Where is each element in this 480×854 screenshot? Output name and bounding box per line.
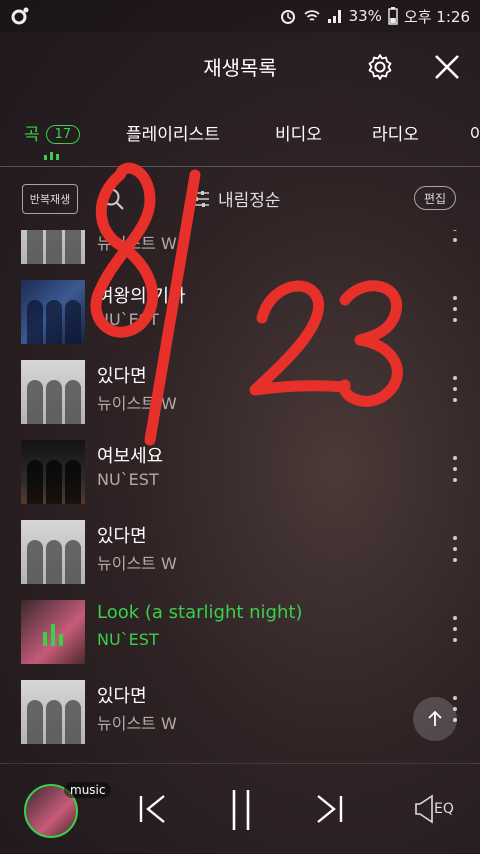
- sort-icon: [191, 190, 209, 207]
- list-item[interactable]: 뉴이스트 W: [0, 230, 480, 270]
- song-artist: NU`EST: [97, 310, 159, 329]
- sort-label: 내림정순: [218, 191, 281, 211]
- more-options-icon[interactable]: [450, 456, 460, 482]
- close-button[interactable]: [432, 52, 462, 82]
- song-artist: 뉴이스트 W: [97, 394, 177, 413]
- sort-button[interactable]: 내림정순: [190, 186, 281, 211]
- pause-button[interactable]: [221, 786, 261, 832]
- alarm-icon: [280, 10, 295, 24]
- signal-icon: [327, 10, 341, 23]
- song-artist: 뉴이스트 W: [97, 554, 177, 573]
- player-bar: music EQ: [0, 763, 480, 854]
- close-icon: [435, 55, 459, 79]
- song-title: 있다면: [97, 686, 147, 707]
- previous-button[interactable]: [132, 786, 172, 832]
- tab-videos[interactable]: 비디오: [275, 120, 322, 145]
- list-item[interactable]: 여보세요 NU`EST: [0, 430, 480, 510]
- arrow-up-icon: [428, 710, 442, 726]
- song-title: 여보세요: [97, 446, 164, 467]
- status-bar: 33% 오후 1:26: [0, 0, 480, 32]
- wifi-icon: [303, 10, 320, 21]
- tab-songs-label: 곡: [24, 125, 40, 145]
- pause-icon: [232, 790, 250, 830]
- app-bar: 재생목록: [0, 32, 480, 102]
- album-art: [21, 280, 85, 344]
- album-art: [21, 230, 85, 264]
- album-art: [21, 600, 85, 664]
- song-count-badge: 17: [45, 125, 81, 144]
- gear-icon: [368, 54, 392, 80]
- list-item[interactable]: 있다면 뉴이스트 W: [0, 510, 480, 590]
- song-artist: 뉴이스트 W: [97, 714, 177, 733]
- album-art: [21, 520, 85, 584]
- song-title: 있다면: [97, 526, 147, 547]
- song-artist: NU`EST: [97, 630, 159, 649]
- tab-songs[interactable]: 곡 17: [24, 120, 81, 145]
- album-art: [21, 440, 85, 504]
- song-title: 있다면: [97, 366, 147, 387]
- next-button[interactable]: [310, 786, 350, 832]
- settings-button[interactable]: [365, 52, 395, 82]
- search-icon: [102, 188, 124, 210]
- page-title: 재생목록: [203, 56, 277, 80]
- scroll-to-top-button[interactable]: [413, 697, 457, 741]
- list-item-now-playing[interactable]: Look (a starlight night) NU`EST: [0, 590, 480, 670]
- album-art: [21, 360, 85, 424]
- more-options-icon[interactable]: [450, 376, 460, 402]
- more-options-icon[interactable]: [450, 296, 460, 322]
- search-button[interactable]: [100, 186, 126, 212]
- song-artist: 뉴이스트 W: [97, 234, 177, 253]
- equalizer-button[interactable]: EQ: [414, 794, 454, 824]
- next-icon: [317, 795, 343, 823]
- more-options-icon[interactable]: [450, 616, 460, 642]
- song-title: Look (a starlight night): [97, 602, 303, 623]
- app-notification-icon: [11, 7, 29, 25]
- list-item[interactable]: 여왕의 기사 NU`EST: [0, 270, 480, 350]
- equalizer-icon: [43, 624, 63, 646]
- album-art: [21, 680, 85, 744]
- source-badge: music: [64, 782, 112, 798]
- tab-bar: 곡 17 플레이리스트 비디오 라디오 아: [0, 102, 480, 167]
- clock: 오후 1:26: [403, 7, 470, 26]
- repeat-button[interactable]: 반복재생: [22, 184, 78, 214]
- song-artist: NU`EST: [97, 470, 159, 489]
- speaker-icon: [415, 794, 433, 824]
- battery-icon: [388, 7, 398, 25]
- more-options-icon[interactable]: [450, 230, 460, 242]
- list-item[interactable]: 있다면 뉴이스트 W: [0, 350, 480, 430]
- playing-indicator-icon: [44, 152, 59, 160]
- tab-radio[interactable]: 라디오: [372, 120, 419, 145]
- tab-playlists[interactable]: 플레이리스트: [126, 120, 220, 145]
- song-list: 뉴이스트 W 여왕의 기사 NU`EST 있다면 뉴이스트 W 여보세요 NU`…: [0, 230, 480, 763]
- edit-button[interactable]: 편집: [414, 186, 456, 210]
- list-item[interactable]: 있다면 뉴이스트 W: [0, 670, 480, 750]
- list-toolbar: 반복재생 내림정순 편집: [0, 166, 480, 230]
- song-title: 여왕의 기사: [97, 286, 186, 307]
- battery-percent: 33%: [348, 7, 382, 25]
- tab-more[interactable]: 아: [470, 120, 480, 145]
- previous-icon: [139, 795, 165, 823]
- eq-label: EQ: [434, 801, 454, 817]
- more-options-icon[interactable]: [450, 536, 460, 562]
